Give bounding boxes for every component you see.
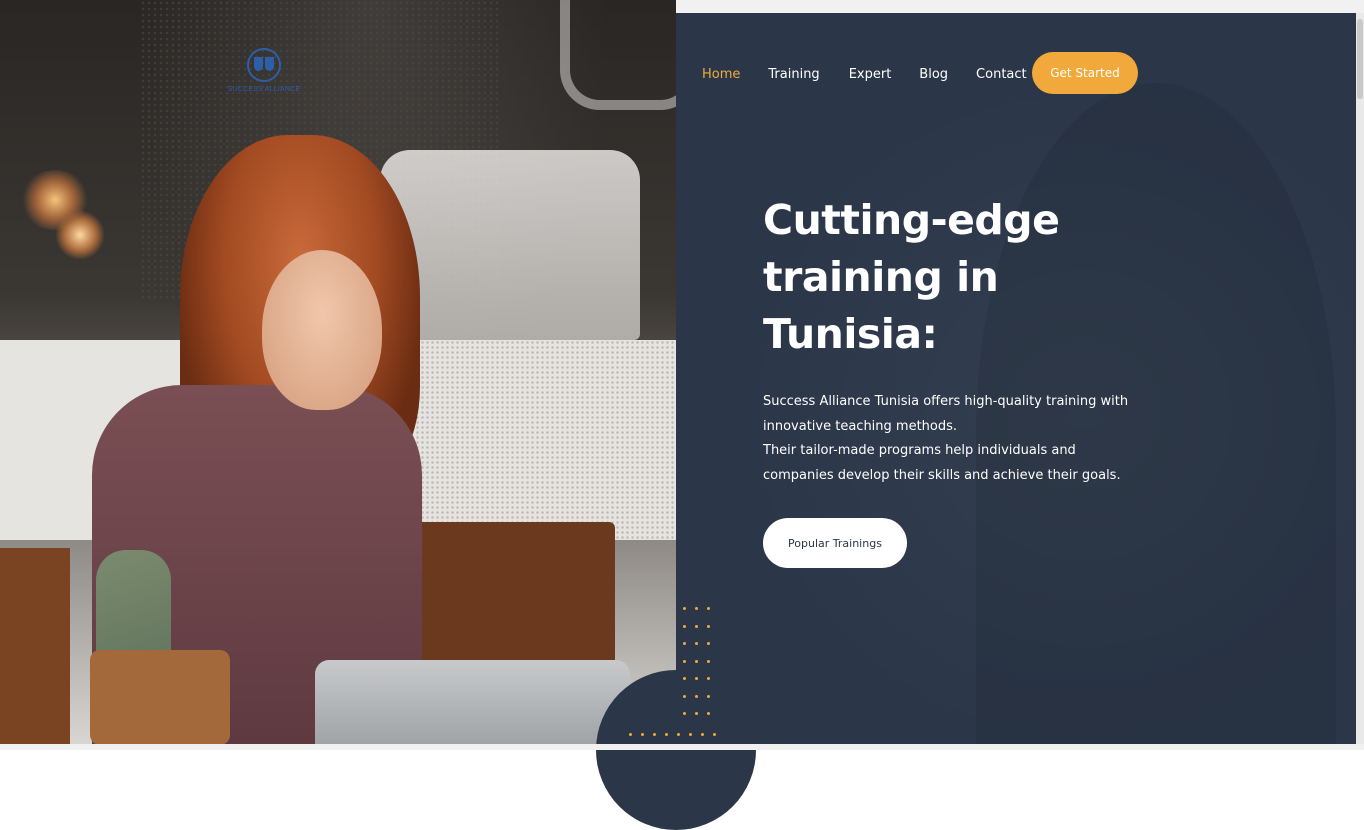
lamp-light <box>55 210 105 260</box>
nav-home[interactable]: Home <box>702 67 740 82</box>
main-nav: Home Training Expert Blog Contact <box>702 67 1055 82</box>
counter-texture <box>400 340 676 540</box>
brand-logo[interactable]: SUCCESS ALLIANCE <box>224 48 304 110</box>
laptop <box>315 660 630 744</box>
page-bottom-edge <box>0 744 1364 750</box>
bag <box>90 650 230 744</box>
hero-photo <box>0 0 676 744</box>
brand-name: SUCCESS ALLIANCE <box>227 86 301 93</box>
scrollbar[interactable] <box>1356 13 1364 750</box>
logo-icon <box>247 48 281 82</box>
chair <box>395 522 615 682</box>
hero-title: Cutting-edge training in Tunisia: <box>763 196 1060 358</box>
woman-face <box>262 250 382 410</box>
scrollbar-thumb[interactable] <box>1357 19 1363 99</box>
dot-pattern-icon <box>683 607 719 730</box>
neon-sign <box>560 0 676 110</box>
dot-pattern-icon <box>629 733 716 736</box>
hero-content-panel <box>676 13 1356 744</box>
popular-trainings-button[interactable]: Popular Trainings <box>763 518 907 568</box>
hero-description-line: Success Alliance Tunisia offers high-qua… <box>763 394 1129 434</box>
browser-top-strip <box>676 0 1364 13</box>
curve-decoration <box>596 670 756 830</box>
chair <box>0 548 70 744</box>
nav-blog[interactable]: Blog <box>919 67 948 82</box>
hero-description-line: Their tailor-made programs help individu… <box>763 443 1121 483</box>
nav-training[interactable]: Training <box>768 67 819 82</box>
nav-expert[interactable]: Expert <box>849 67 892 82</box>
hero-description: Success Alliance Tunisia offers high-qua… <box>763 390 1143 488</box>
get-started-button[interactable]: Get Started <box>1032 52 1138 94</box>
nav-contact[interactable]: Contact <box>976 67 1027 82</box>
